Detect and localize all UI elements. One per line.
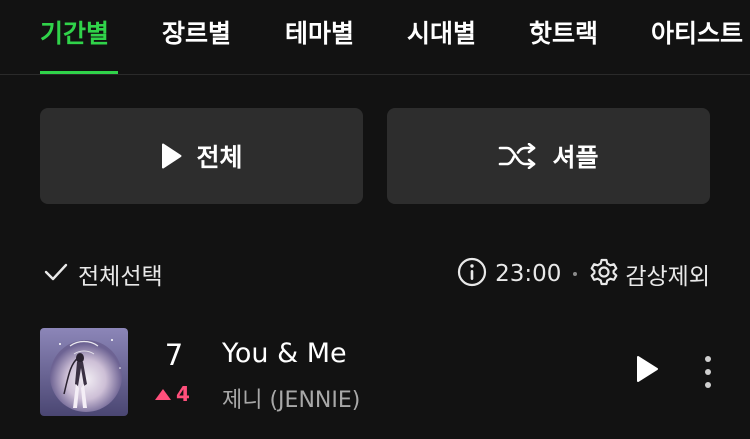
exclude-listening-label: 감상제외 (625, 264, 710, 290)
list-toolbar: 23:00 감상제외 (457, 256, 710, 292)
play-icon (160, 143, 182, 169)
tab-period[interactable]: 기간별 (40, 14, 109, 50)
chart-time-label: 23:00 (495, 261, 562, 287)
check-icon (44, 262, 68, 286)
song-rank: 7 (164, 338, 184, 372)
tab-theme[interactable]: 테마별 (285, 14, 354, 50)
active-tab-indicator (40, 71, 118, 74)
select-all-label: 전체선택 (78, 264, 163, 290)
play-all-button[interactable]: 전체 (40, 108, 363, 204)
exclude-listening-button[interactable]: 감상제외 (589, 257, 710, 291)
rank-change: 4 (155, 382, 190, 406)
shuffle-button[interactable]: 셔플 (387, 108, 710, 204)
period-tab-bar: 기간별 장르별 테마별 시대별 핫트랙 아티스트 (0, 0, 750, 75)
rank-change-value: 4 (176, 382, 190, 406)
song-title[interactable]: You & Me (222, 338, 347, 369)
select-all-button[interactable]: 전체선택 (44, 256, 163, 292)
chart-song-row[interactable]: 7 4 You & Me 제니 (JENNIE) (0, 320, 750, 420)
tab-genre[interactable]: 장르별 (162, 14, 231, 50)
rank-up-icon (155, 388, 171, 400)
song-artist[interactable]: 제니 (JENNIE) (222, 382, 360, 414)
shuffle-icon (498, 143, 538, 169)
tab-artist[interactable]: 아티스트 (651, 14, 743, 50)
album-cover[interactable] (40, 328, 128, 416)
tab-era[interactable]: 시대별 (407, 14, 476, 50)
shuffle-label: 셔플 (552, 143, 599, 172)
gear-icon (589, 257, 619, 291)
song-play-button[interactable] (630, 354, 664, 388)
separator-dot (573, 272, 578, 276)
play-all-label: 전체 (196, 143, 243, 172)
more-vertical-icon[interactable] (696, 352, 720, 392)
info-icon[interactable] (457, 257, 487, 291)
tab-hot-track[interactable]: 핫트랙 (529, 14, 598, 50)
play-icon (635, 355, 659, 387)
